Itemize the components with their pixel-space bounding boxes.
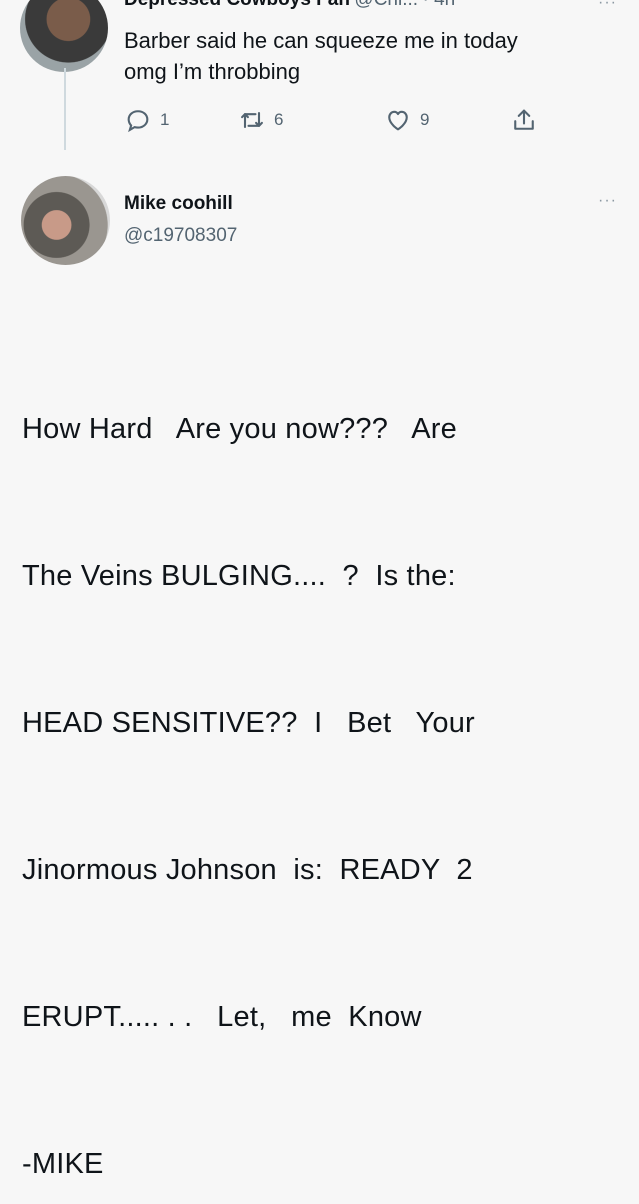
tweet1-text-line1: Barber said he can squeeze me in today	[124, 28, 518, 53]
reply-button[interactable]: 1	[124, 106, 169, 134]
avatar-depressed-cowboys-fan[interactable]	[20, 0, 108, 72]
tweet2-text-line: HEAD SENSITIVE?? I Bet Your	[22, 707, 475, 739]
retweet-icon	[241, 111, 263, 129]
tweet1-text: Barber said he can squeeze me in today o…	[124, 25, 624, 87]
share-button[interactable]	[510, 106, 538, 134]
tweet2-author-handle[interactable]: @c19708307	[124, 225, 237, 247]
retweet-button[interactable]: 6	[238, 106, 283, 134]
tweet2-text-line: The Veins BULGING.... ? Is the:	[22, 560, 456, 592]
reply-count: 1	[160, 110, 170, 129]
tweet2-text-line: How Hard Are you now??? Are	[22, 413, 457, 445]
tweet2-text-line: Jinormous Johnson is: READY 2	[22, 854, 473, 886]
tweet1-text-line2: omg I’m throbbing	[124, 59, 301, 84]
thread-line	[64, 68, 66, 150]
retweet-count: 6	[274, 110, 284, 129]
like-button[interactable]: 9	[384, 106, 429, 134]
tweet1-author-handle[interactable]: @Chi...	[354, 0, 418, 10]
tweet2-author-name[interactable]: Mike coohill	[124, 193, 233, 215]
tweet2-text: How Hard Are you now??? Are The Veins BU…	[22, 307, 632, 1204]
reply-icon	[127, 110, 149, 133]
like-icon	[388, 110, 408, 131]
tweet2-more-icon[interactable]: ···	[598, 192, 617, 210]
tweet2-text-line: ERUPT..... . . Let, me Know	[22, 1001, 422, 1033]
share-icon	[514, 109, 534, 130]
tweet1-more-icon[interactable]: ···	[598, 0, 617, 12]
tweet1-time[interactable]: · 4h	[423, 0, 456, 10]
tweet1-header: Depressed Cowboys Fan @Chi... · 4h	[124, 0, 455, 11]
like-count: 9	[420, 110, 430, 129]
avatar-mike-coohill[interactable]	[21, 176, 110, 265]
tweet2-text-line: -MIKE	[22, 1148, 104, 1180]
tweet1-author-name[interactable]: Depressed Cowboys Fan	[124, 0, 350, 10]
